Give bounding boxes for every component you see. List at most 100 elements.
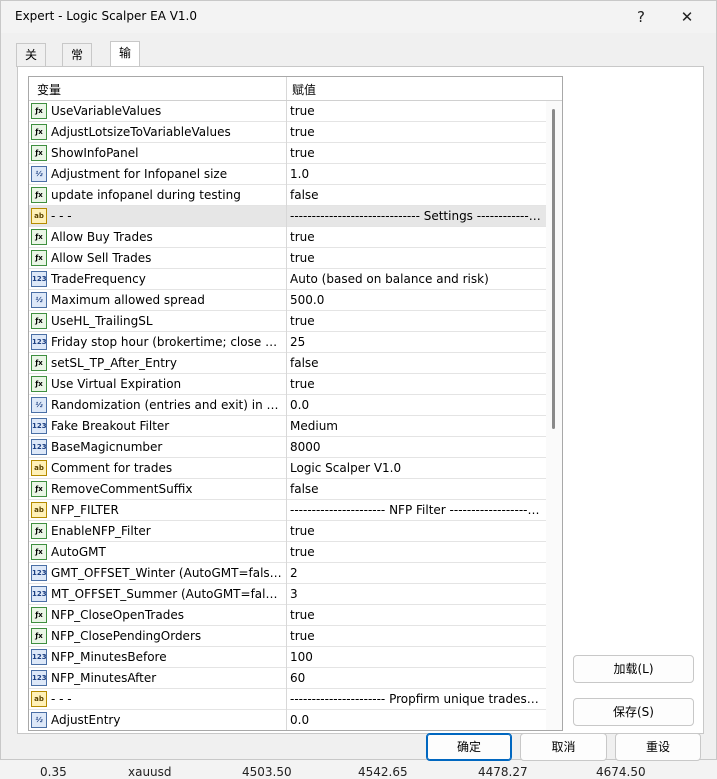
table-row[interactable]: ƒx update infopanel during testing false — [29, 185, 546, 206]
table-row[interactable]: ƒx NFP_CloseOpenTrades true — [29, 605, 546, 626]
variable-value[interactable]: 100 — [290, 650, 542, 664]
variable-value[interactable]: true — [290, 314, 542, 328]
load-button[interactable]: 加载(L) — [573, 655, 694, 683]
variable-value[interactable]: Auto (based on balance and risk) — [290, 272, 542, 286]
table-row[interactable]: 123 Friday stop hour (brokertime; close a… — [29, 332, 546, 353]
table-row[interactable]: ab NFP_FILTER ---------------------- NFP F… — [29, 500, 546, 521]
variable-value[interactable]: 0.0 — [290, 713, 542, 727]
header-variable[interactable]: 变量 — [37, 81, 61, 98]
table-row[interactable]: ƒx Use Virtual Expiration true — [29, 374, 546, 395]
table-row[interactable]: 123 NFP_MinutesAfter 60 — [29, 668, 546, 689]
variable-value[interactable]: Medium — [290, 419, 542, 433]
variable-value[interactable]: true — [290, 524, 542, 538]
table-row[interactable]: ƒx RemoveCommentSuffix false — [29, 479, 546, 500]
column-separator — [286, 395, 287, 416]
tab-common[interactable]: 常用 — [62, 43, 93, 85]
variable-name: AdjustLotsizeToVariableValues — [51, 125, 231, 139]
variable-value[interactable]: ------------------------------ Settings … — [290, 209, 542, 223]
table-row[interactable]: ƒx UseHL_TrailingSL true — [29, 311, 546, 332]
vertical-scrollbar[interactable] — [546, 101, 562, 730]
integer-type-icon: 123 — [31, 439, 47, 455]
table-row[interactable]: ab Comment for trades Logic Scalper V1.0 — [29, 458, 546, 479]
column-separator — [286, 353, 287, 374]
table-row[interactable]: ƒx Allow Buy Trades true — [29, 227, 546, 248]
boolean-type-icon: ƒx — [31, 481, 47, 497]
table-row[interactable]: ƒx ShowInfoPanel true — [29, 143, 546, 164]
table-row[interactable]: ƒx Allow Sell Trades true — [29, 248, 546, 269]
variable-value[interactable]: 0.0 — [290, 398, 542, 412]
variable-value[interactable]: false — [290, 356, 542, 370]
table-row[interactable]: 123 MT_OFFSET_Summer (AutoGMT=false only)… — [29, 584, 546, 605]
boolean-type-icon: ƒx — [31, 628, 47, 644]
variable-value[interactable]: ---------------------- NFP Filter ------… — [290, 503, 542, 517]
column-separator — [286, 332, 287, 353]
variable-value[interactable]: true — [290, 608, 542, 622]
table-row[interactable]: 123 NFP_MinutesBefore 100 — [29, 647, 546, 668]
variable-value[interactable]: 500.0 — [290, 293, 542, 307]
variable-name: Fake Breakout Filter — [51, 419, 170, 433]
variable-name: Maximum allowed spread — [51, 293, 205, 307]
variable-value[interactable]: 3 — [290, 587, 542, 601]
save-button[interactable]: 保存(S) — [573, 698, 694, 726]
column-separator — [286, 101, 287, 122]
table-row[interactable]: 123 GMT_OFFSET_Winter (AutoGMT=false only… — [29, 563, 546, 584]
help-button[interactable]: ? — [625, 5, 657, 29]
table-row[interactable]: 123 BaseMagicnumber 8000 — [29, 437, 546, 458]
variable-value[interactable]: true — [290, 251, 542, 265]
table-row[interactable]: ƒx AutoGMT true — [29, 542, 546, 563]
variable-value[interactable]: ---------------------- Propfirm unique t… — [290, 692, 542, 706]
table-row[interactable]: ƒx EnableNFP_Filter true — [29, 521, 546, 542]
variable-value[interactable]: 1.0 — [290, 167, 542, 181]
ok-button[interactable]: 确定 — [426, 733, 512, 761]
variable-value[interactable]: true — [290, 104, 542, 118]
variable-value[interactable]: true — [290, 125, 542, 139]
variable-value[interactable]: true — [290, 629, 542, 643]
variable-value[interactable]: 8000 — [290, 440, 542, 454]
integer-type-icon: 123 — [31, 565, 47, 581]
variable-name: TradeFrequency — [51, 272, 146, 286]
cancel-button[interactable]: 取消 — [520, 733, 607, 761]
table-row[interactable]: ½ Adjustment for Infopanel size 1.0 — [29, 164, 546, 185]
double-type-icon: ½ — [31, 166, 47, 182]
variable-value[interactable]: true — [290, 377, 542, 391]
tab-inputs[interactable]: 输入参数 — [110, 41, 141, 129]
table-row[interactable]: ƒx setSL_TP_After_Entry false — [29, 353, 546, 374]
column-separator — [286, 626, 287, 647]
table-row[interactable]: ½ AdjustEntry 0.0 — [29, 710, 546, 730]
header-separator[interactable] — [286, 77, 287, 100]
scrollbar-thumb[interactable] — [552, 109, 555, 429]
tab-about[interactable]: 关于 — [16, 43, 47, 85]
title-bar[interactable]: Expert - Logic Scalper EA V1.0 ? ✕ — [1, 1, 716, 33]
column-separator — [286, 269, 287, 290]
boolean-type-icon: ƒx — [31, 187, 47, 203]
table-row[interactable]: ƒx UseVariableValues true — [29, 101, 546, 122]
variable-value[interactable]: true — [290, 146, 542, 160]
column-separator — [286, 605, 287, 626]
variable-value[interactable]: Logic Scalper V1.0 — [290, 461, 542, 475]
table-row[interactable]: ½ Maximum allowed spread 500.0 — [29, 290, 546, 311]
variable-value[interactable]: true — [290, 545, 542, 559]
table-row[interactable]: ƒx AdjustLotsizeToVariableValues true — [29, 122, 546, 143]
column-separator — [286, 542, 287, 563]
variable-value[interactable]: false — [290, 482, 542, 496]
column-separator — [286, 122, 287, 143]
reset-button[interactable]: 重设 — [615, 733, 701, 761]
column-separator — [286, 500, 287, 521]
table-row[interactable]: ab - - - ---------------------- Propfirm u… — [29, 689, 546, 710]
variable-name: EnableNFP_Filter — [51, 524, 151, 538]
variable-value[interactable]: 25 — [290, 335, 542, 349]
variable-value[interactable]: true — [290, 230, 542, 244]
table-row[interactable]: ½ Randomization (entries and exit) in pip… — [29, 395, 546, 416]
close-button[interactable]: ✕ — [671, 5, 703, 29]
variable-value[interactable]: 2 — [290, 566, 542, 580]
table-row[interactable]: 123 Fake Breakout Filter Medium — [29, 416, 546, 437]
column-separator — [286, 185, 287, 206]
header-value[interactable]: 赋值 — [292, 81, 316, 98]
double-type-icon: ½ — [31, 397, 47, 413]
table-row[interactable]: ab - - - ------------------------------ Se… — [29, 206, 546, 227]
variable-value[interactable]: false — [290, 188, 542, 202]
table-row[interactable]: ƒx NFP_ClosePendingOrders true — [29, 626, 546, 647]
variable-name: AdjustEntry — [51, 713, 121, 727]
table-row[interactable]: 123 TradeFrequency Auto (based on balance … — [29, 269, 546, 290]
variable-value[interactable]: 60 — [290, 671, 542, 685]
